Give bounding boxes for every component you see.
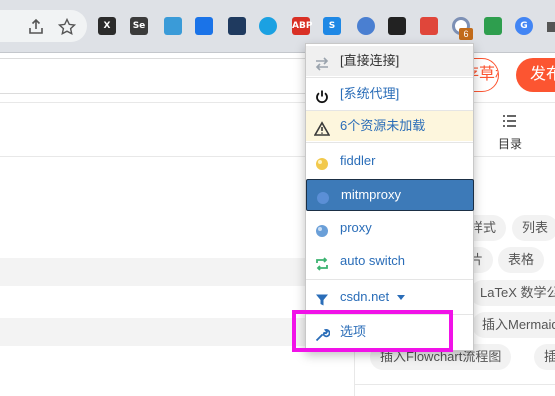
menu-item-system[interactable]: [系统代理] [306,79,473,109]
filter-icon [314,289,330,306]
check-extension-icon[interactable] [228,17,246,35]
menu-separator [306,142,473,143]
dice-extension-icon[interactable] [420,17,438,35]
menu-item-proxy[interactable]: proxy [306,213,473,243]
menu-item-label: [系统代理] [340,86,400,101]
game-extension-icon[interactable] [388,17,406,35]
chip-more[interactable]: 插 [534,344,555,370]
menu-item-label: proxy [340,220,372,235]
chip-list[interactable]: 列表 [512,215,555,241]
caret-down-icon [396,295,405,301]
swap-arrows-icon [314,53,330,71]
chip-latex[interactable]: LaTeX 数学公式 [470,280,555,306]
warning-icon [313,118,331,136]
squares-extension-icon[interactable] [195,17,213,35]
publish-button[interactable]: 发布 [516,58,555,92]
blue-globe-icon [315,187,331,204]
puzzle-icon[interactable] [545,17,555,37]
s-extension-icon[interactable]: S [323,17,341,35]
menu-item-label: mitmproxy [341,187,401,202]
menu-separator [306,77,473,78]
chip-table[interactable]: 表格 [498,247,545,273]
x-extension-icon[interactable]: X [98,17,116,35]
green-extension-icon[interactable] [484,17,502,35]
menu-item-label: auto switch [340,253,406,268]
menu-item-label: 6个资源未加载 [340,118,426,133]
globe-icon [314,220,330,237]
menu-item-auto-switch[interactable]: auto switch [306,246,473,276]
star-icon[interactable] [57,17,77,37]
menu-item-label: [直接连接] [340,53,400,68]
menu-item-label: csdn.net [340,289,390,304]
globe-extension-icon[interactable] [164,17,182,35]
menu-item-unloaded[interactable]: 6个资源未加载 [306,111,473,141]
toc-icon[interactable] [500,113,518,131]
info-extension-icon[interactable] [357,17,375,35]
hexagon-extension-icon[interactable] [259,17,277,35]
menu-item-mitmproxy[interactable]: mitmproxy [306,179,474,211]
translate-extension-icon[interactable]: G [515,17,533,35]
menu-item-direct[interactable]: [直接连接] [306,46,473,76]
menu-item-fiddler[interactable]: fiddler [306,146,473,176]
chip-mermaid[interactable]: 插入Mermaid [472,312,555,338]
proxy-switch-menu: [直接连接] [系统代理] 6个资源未加载 fiddler mitmproxy … [305,43,474,351]
extension-badge: 6 [459,28,473,40]
share-icon[interactable] [26,17,46,37]
yellow-globe-icon [314,153,330,170]
options-highlight-box [292,310,453,352]
menu-item-csdn-filter[interactable]: csdn.net [306,282,473,312]
toc-label[interactable]: 目录 [498,135,522,152]
selenium-extension-icon[interactable]: Se [130,17,148,35]
menu-separator [306,279,473,280]
editor-line-band [0,258,355,286]
adblock-extension-icon[interactable]: ABP [292,17,312,35]
menu-item-label: fiddler [340,153,376,168]
auto-switch-icon [314,253,330,271]
power-icon [314,86,330,104]
chips-divider [355,384,555,385]
